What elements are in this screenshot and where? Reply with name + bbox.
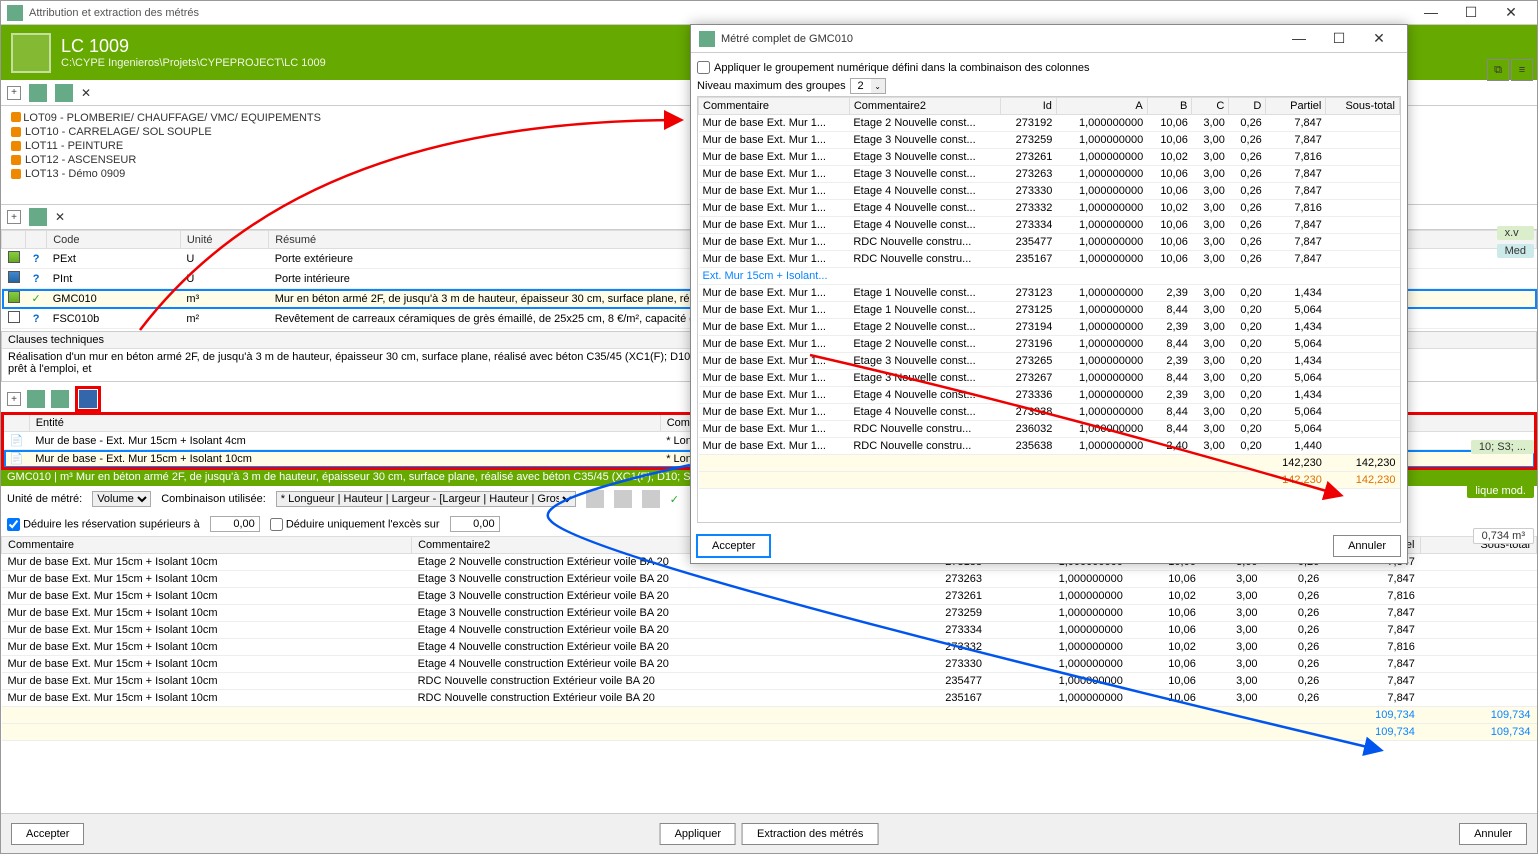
dialog-row[interactable]: Mur de base Ext. Mur 1...Etage 3 Nouvell…	[699, 166, 1400, 183]
tree3-icon[interactable]	[29, 208, 47, 226]
side-chips: x.v Med	[1497, 226, 1534, 258]
titlebar: Attribution et extraction des métrés — ☐…	[1, 1, 1537, 25]
dialog-row[interactable]: Ext. Mur 15cm + Isolant...	[699, 268, 1400, 285]
dlg-cancel-button[interactable]: Annuler	[1333, 535, 1401, 557]
menu-icon[interactable]: ≡	[1511, 59, 1533, 81]
chip-info1: 10; S3; ...	[1471, 440, 1534, 454]
edit-icon[interactable]	[642, 490, 660, 508]
group-label: Appliquer le groupement numérique défini…	[714, 62, 1089, 74]
project-path: C:\CYPE Ingenieros\Projets\CYPEPROJECT\L…	[61, 57, 326, 69]
chip-med: Med	[1497, 244, 1534, 258]
detail-row[interactable]: Mur de base Ext. Mur 15cm + Isolant 10cm…	[2, 656, 1537, 673]
entity-tool2-icon[interactable]	[51, 390, 69, 408]
cancel-button[interactable]: Annuler	[1459, 823, 1527, 845]
combi-label: Combinaison utilisée:	[161, 493, 266, 505]
detail-row[interactable]: Mur de base Ext. Mur 15cm + Isolant 10cm…	[2, 639, 1537, 656]
dlg-maximize-icon[interactable]: ☐	[1319, 30, 1359, 47]
niveau-label: Niveau maximum des groupes	[697, 80, 846, 92]
detail-icon[interactable]	[79, 390, 97, 408]
detail-row[interactable]: Mur de base Ext. Mur 15cm + Isolant 10cm…	[2, 571, 1537, 588]
dialog-row[interactable]: Mur de base Ext. Mur 1...Etage 3 Nouvell…	[699, 370, 1400, 387]
group-checkbox[interactable]	[697, 61, 710, 74]
detail-row[interactable]: Mur de base Ext. Mur 15cm + Isolant 10cm…	[2, 690, 1537, 707]
dialog-row[interactable]: Mur de base Ext. Mur 1...RDC Nouvelle co…	[699, 421, 1400, 438]
delete2-icon[interactable]: ✕	[55, 210, 65, 224]
tree2-icon[interactable]	[55, 84, 73, 102]
dlg-accept-button[interactable]: Accepter	[697, 535, 770, 557]
dialog-row[interactable]: Mur de base Ext. Mur 1...Etage 2 Nouvell…	[699, 115, 1400, 132]
unite-label: Unité de métré:	[7, 493, 82, 505]
app-icon	[7, 5, 23, 21]
tree-icon[interactable]	[29, 84, 47, 102]
metre-dialog: Métré complet de GMC010 — ☐ ✕ Appliquer …	[690, 24, 1408, 564]
deduct2-input[interactable]	[450, 516, 500, 532]
accept-button[interactable]: Accepter	[11, 823, 84, 845]
chip-info2: lique mod.	[1467, 484, 1534, 498]
dialog-row[interactable]: Mur de base Ext. Mur 1...Etage 4 Nouvell…	[699, 387, 1400, 404]
deduct1-checkbox[interactable]	[7, 518, 20, 531]
details-table[interactable]: CommentaireCommentaire2IdABCDPartielSous…	[1, 536, 1537, 741]
clauses-tech-body[interactable]: Réalisation d'un mur en béton armé 2F, d…	[2, 349, 766, 381]
add-icon[interactable]: +	[7, 86, 21, 100]
dlg-close-icon[interactable]: ✕	[1359, 30, 1399, 47]
export-icon[interactable]	[614, 490, 632, 508]
dialog-row[interactable]: Mur de base Ext. Mur 1...Etage 2 Nouvell…	[699, 319, 1400, 336]
layout-icon[interactable]: ⧉	[1487, 59, 1509, 81]
dialog-row[interactable]: Mur de base Ext. Mur 1...Etage 3 Nouvell…	[699, 353, 1400, 370]
dialog-row[interactable]: Mur de base Ext. Mur 1...RDC Nouvelle co…	[699, 234, 1400, 251]
detail-row[interactable]: Mur de base Ext. Mur 15cm + Isolant 10cm…	[2, 622, 1537, 639]
deduct1-input[interactable]	[210, 516, 260, 532]
dialog-row[interactable]: Mur de base Ext. Mur 1...Etage 1 Nouvell…	[699, 285, 1400, 302]
dialog-titlebar: Métré complet de GMC010 — ☐ ✕	[691, 25, 1407, 53]
dialog-row[interactable]: Mur de base Ext. Mur 1...Etage 4 Nouvell…	[699, 183, 1400, 200]
dialog-row[interactable]: Mur de base Ext. Mur 1...Etage 4 Nouvell…	[699, 200, 1400, 217]
dialog-icon	[699, 31, 715, 47]
check-icon[interactable]: ✓	[670, 493, 679, 506]
dialog-row[interactable]: Mur de base Ext. Mur 1...RDC Nouvelle co…	[699, 438, 1400, 455]
detail-row[interactable]: Mur de base Ext. Mur 15cm + Isolant 10cm…	[2, 673, 1537, 690]
niveau-down-icon[interactable]: ⌄	[871, 79, 885, 93]
dialog-title: Métré complet de GMC010	[721, 33, 853, 45]
dialog-row[interactable]: Mur de base Ext. Mur 1...Etage 4 Nouvell…	[699, 404, 1400, 421]
add-entity-icon[interactable]: +	[7, 392, 21, 406]
deduct1-label: Déduire les réservation supérieurs à	[23, 518, 200, 530]
deduct2-label: Déduire uniquement l'excès sur	[286, 518, 440, 530]
deduct2-checkbox[interactable]	[270, 518, 283, 531]
project-name: LC 1009	[61, 36, 326, 57]
dialog-row[interactable]: Mur de base Ext. Mur 1...RDC Nouvelle co…	[699, 251, 1400, 268]
project-icon	[11, 33, 51, 73]
dialog-row[interactable]: Mur de base Ext. Mur 1...Etage 1 Nouvell…	[699, 302, 1400, 319]
niveau-spinner[interactable]: ⌄	[850, 78, 886, 94]
niveau-input[interactable]	[851, 80, 871, 92]
chip-xv: x.v	[1497, 226, 1534, 240]
detail-row[interactable]: Mur de base Ext. Mur 15cm + Isolant 10cm…	[2, 605, 1537, 622]
dialog-table[interactable]: CommentaireCommentaire2IdABCDPartielSous…	[698, 97, 1400, 489]
dialog-row[interactable]: Mur de base Ext. Mur 1...Etage 2 Nouvell…	[699, 336, 1400, 353]
minimize-icon[interactable]: —	[1411, 4, 1451, 21]
dialog-row[interactable]: Mur de base Ext. Mur 1...Etage 4 Nouvell…	[699, 217, 1400, 234]
extract-button[interactable]: Extraction des métrés	[742, 823, 878, 845]
add2-icon[interactable]: +	[7, 210, 21, 224]
footer: Accepter Appliquer Extraction des métrés…	[1, 813, 1537, 853]
detail-row[interactable]: Mur de base Ext. Mur 15cm + Isolant 10cm…	[2, 588, 1537, 605]
dialog-row[interactable]: Mur de base Ext. Mur 1...Etage 3 Nouvell…	[699, 132, 1400, 149]
dialog-row[interactable]: Mur de base Ext. Mur 1...Etage 3 Nouvell…	[699, 149, 1400, 166]
apply-button[interactable]: Appliquer	[660, 823, 736, 845]
combi-select[interactable]: * Longueur | Hauteur | Largeur - [Largeu…	[276, 491, 576, 507]
highlighted-tool	[75, 386, 101, 412]
unite-select[interactable]: Volume	[92, 491, 151, 507]
clauses-tech-header: Clauses techniques	[2, 332, 766, 349]
delete-icon[interactable]: ✕	[81, 86, 91, 100]
close-icon[interactable]: ✕	[1491, 4, 1531, 21]
chip-info3: 0,734 m³	[1473, 528, 1534, 544]
print-icon[interactable]	[586, 490, 604, 508]
maximize-icon[interactable]: ☐	[1451, 4, 1491, 21]
dlg-minimize-icon[interactable]: —	[1279, 30, 1319, 47]
entity-tool1-icon[interactable]	[27, 390, 45, 408]
window-title: Attribution et extraction des métrés	[29, 7, 199, 19]
